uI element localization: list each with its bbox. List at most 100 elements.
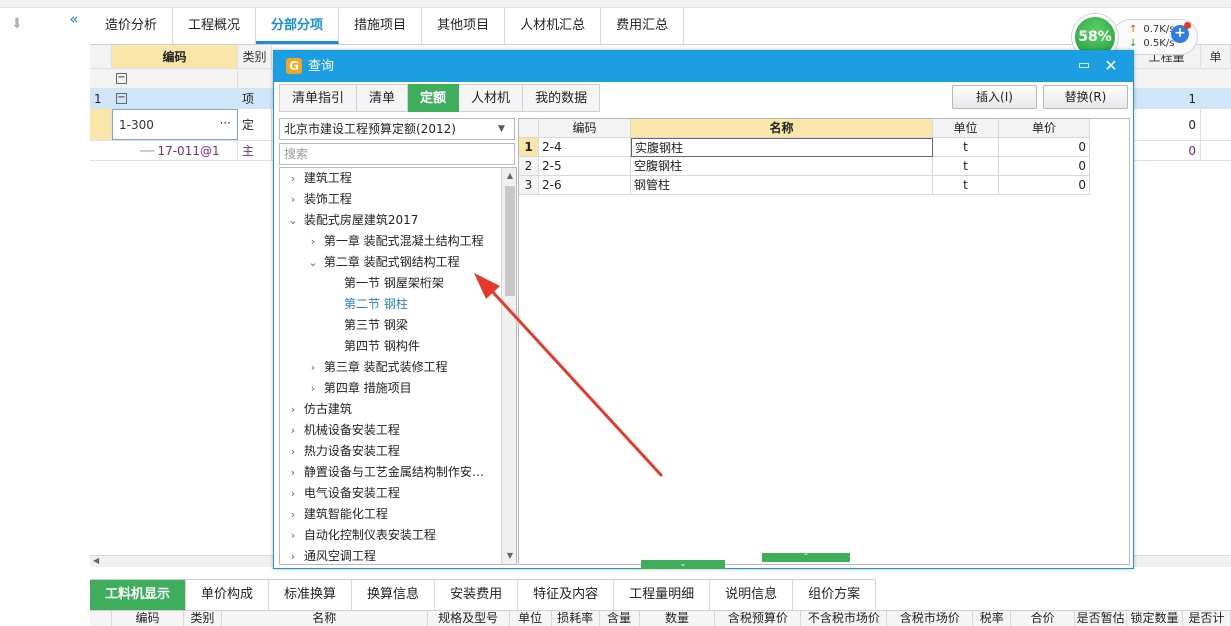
tab-project-overview[interactable]: 工程概况: [173, 8, 257, 44]
tab-labor-material-display[interactable]: 工料机显示: [90, 580, 187, 610]
tab-other-items[interactable]: 其他项目: [422, 8, 506, 44]
tab-bill-guide[interactable]: 清单指引: [279, 84, 358, 112]
expand-chevron-icon[interactable]: ›: [286, 483, 300, 504]
app-logo-icon: G: [286, 58, 302, 74]
col-header: 是否暂估: [1075, 611, 1128, 626]
tree-node[interactable]: ⌄ 装配式房屋建筑2017: [286, 210, 418, 231]
search-input[interactable]: 搜索: [279, 143, 515, 165]
tab-cost-analysis[interactable]: 造价分析: [90, 8, 174, 44]
tree-node[interactable]: › 建筑工程: [286, 168, 352, 189]
expand-chevron-icon[interactable]: ›: [306, 357, 320, 378]
tab-installation-fee[interactable]: 安装费用: [435, 580, 519, 610]
tab-fee-summary[interactable]: 费用汇总: [601, 8, 685, 44]
tree-node[interactable]: › 第三章 装配式装修工程: [306, 357, 448, 378]
tab-standard-conversion[interactable]: 标准换算: [269, 580, 353, 610]
col-header: 含量: [600, 611, 640, 626]
scroll-down-icon[interactable]: ▼: [505, 550, 515, 562]
splitter-handle[interactable]: ⌃: [762, 553, 850, 562]
collapse-box-icon[interactable]: −: [116, 73, 127, 84]
expand-chevron-icon[interactable]: ›: [286, 504, 300, 525]
tab-unit-price-composition[interactable]: 单价构成: [186, 580, 270, 610]
tab-bill[interactable]: 清单: [357, 84, 409, 112]
tab-conversion-info[interactable]: 换算信息: [352, 580, 436, 610]
code-edit-field[interactable]: 1-300 ···: [112, 109, 238, 140]
tab-my-data[interactable]: 我的数据: [523, 84, 601, 112]
expand-chevron-icon[interactable]: ›: [306, 231, 320, 252]
tab-division-items[interactable]: 分部分项: [256, 8, 340, 44]
chapter-tree: › 建筑工程 › 装饰工程 ⌄ 装配式房屋建筑2017 › 第一章 装配式混凝土…: [279, 167, 517, 565]
splitter-handle[interactable]: ⌄: [641, 560, 725, 569]
quota-library-select[interactable]: 北京市建设工程预算定额(2012): [279, 118, 515, 140]
dialog-title-bar[interactable]: G 查询 ▭ ✕: [274, 51, 1133, 82]
col-header: 含税预算价: [715, 611, 802, 626]
insert-button[interactable]: 插入(I): [952, 85, 1037, 109]
result-header-code: 编码: [539, 119, 631, 138]
row-qty: 1: [1133, 89, 1201, 108]
collapse-chevron-icon[interactable]: ⌄: [306, 252, 320, 273]
tree-node[interactable]: 第三节 钢梁: [344, 315, 408, 336]
collapse-chevron-icon[interactable]: ⌄: [286, 210, 300, 231]
expand-chevron-icon[interactable]: ›: [286, 168, 300, 189]
tree-vertical-scrollbar[interactable]: ▲ ▼: [501, 168, 516, 564]
tree-node[interactable]: 第一节 钢屋架桁架: [344, 273, 444, 294]
tab-labor-material-machine[interactable]: 人材机: [459, 84, 524, 112]
notification-dot: [1184, 22, 1191, 29]
expand-chevron-icon[interactable]: ›: [286, 189, 300, 210]
quota-result-grid: 编码 名称 单位 单价 1 2-4 实腹钢柱 t 0 2 2-5 空腹钢柱 t …: [518, 118, 1130, 565]
expand-chevron-icon[interactable]: ›: [306, 378, 320, 399]
row-qty: 0: [1133, 109, 1201, 140]
tree-node[interactable]: 第四节 钢构件: [344, 336, 420, 357]
expand-chevron-icon[interactable]: ›: [286, 420, 300, 441]
chevron-down-icon[interactable]: ▼: [498, 125, 508, 134]
expand-chevron-icon[interactable]: ›: [286, 462, 300, 483]
tab-features-content[interactable]: 特征及内容: [518, 580, 615, 610]
download-arrow-icon: ↓: [1129, 38, 1138, 49]
tree-node[interactable]: › 通风空调工程: [286, 546, 376, 564]
tree-node[interactable]: › 第一章 装配式混凝土结构工程: [306, 231, 484, 252]
tab-description[interactable]: 说明信息: [710, 580, 794, 610]
tree-node-selected[interactable]: 第二节 钢柱: [344, 294, 408, 315]
tree-node[interactable]: › 自动化控制仪表安装工程: [286, 525, 436, 546]
expand-chevron-icon[interactable]: ›: [286, 525, 300, 546]
selected-name-cell[interactable]: 实腹钢柱: [631, 138, 933, 157]
close-icon[interactable]: ✕: [1102, 56, 1120, 76]
tree-node[interactable]: › 机械设备安装工程: [286, 420, 400, 441]
col-header: 编码: [112, 611, 184, 626]
col-header: 含税市场价: [887, 611, 974, 626]
expand-chevron-icon[interactable]: ›: [286, 546, 300, 564]
expand-chevron-icon[interactable]: ›: [286, 399, 300, 420]
scroll-thumb[interactable]: [505, 186, 515, 296]
row-type: 主: [238, 141, 272, 160]
scroll-up-icon[interactable]: ▲: [505, 170, 515, 182]
tree-node[interactable]: › 仿古建筑: [286, 399, 352, 420]
tab-pricing-plan[interactable]: 组价方案: [793, 580, 877, 610]
col-header: 规格及型号: [428, 611, 510, 626]
tab-measures[interactable]: 措施项目: [339, 8, 423, 44]
grid-header-type: 类别: [238, 45, 272, 68]
tab-labor-material-summary[interactable]: 人材机汇总: [505, 8, 602, 44]
maximize-icon[interactable]: ▭: [1076, 57, 1092, 75]
tree-node[interactable]: › 第四章 措施项目: [306, 378, 412, 399]
replace-button[interactable]: 替换(R): [1043, 85, 1128, 109]
tree-node[interactable]: › 建筑智能化工程: [286, 504, 388, 525]
collapse-left-icon[interactable]: «: [64, 10, 84, 28]
dialog-title: 查询: [308, 59, 335, 74]
expand-chevron-icon[interactable]: ›: [286, 441, 300, 462]
tree-node[interactable]: › 热力设备安装工程: [286, 441, 400, 462]
bottom-grid-header: 编码 类别 名称 规格及型号 单位 损耗率 含量 数量 含税预算价 不含税市场价…: [90, 610, 1231, 626]
grid-header-code: 编码: [112, 45, 238, 68]
col-header: 锁定数量: [1127, 611, 1184, 626]
col-header: 类别: [184, 611, 222, 626]
tree-node[interactable]: › 静置设备与工艺金属结构制作安…: [286, 462, 484, 483]
arrow-down-icon[interactable]: ⬇: [10, 16, 24, 32]
row-type: 定: [238, 109, 272, 140]
tree-node[interactable]: › 电气设备安装工程: [286, 483, 400, 504]
collapse-box-icon[interactable]: −: [116, 93, 127, 104]
dialog-tab-bar: 清单指引 清单 定额 人材机 我的数据: [279, 84, 601, 112]
tab-quantity-details[interactable]: 工程量明细: [614, 580, 711, 610]
more-icon[interactable]: ···: [220, 116, 231, 130]
tab-quota[interactable]: 定额: [408, 84, 460, 112]
upload-arrow-icon: ↑: [1129, 24, 1138, 35]
tree-node[interactable]: ⌄ 第二章 装配式钢结构工程: [306, 252, 459, 273]
tree-node[interactable]: › 装饰工程: [286, 189, 352, 210]
